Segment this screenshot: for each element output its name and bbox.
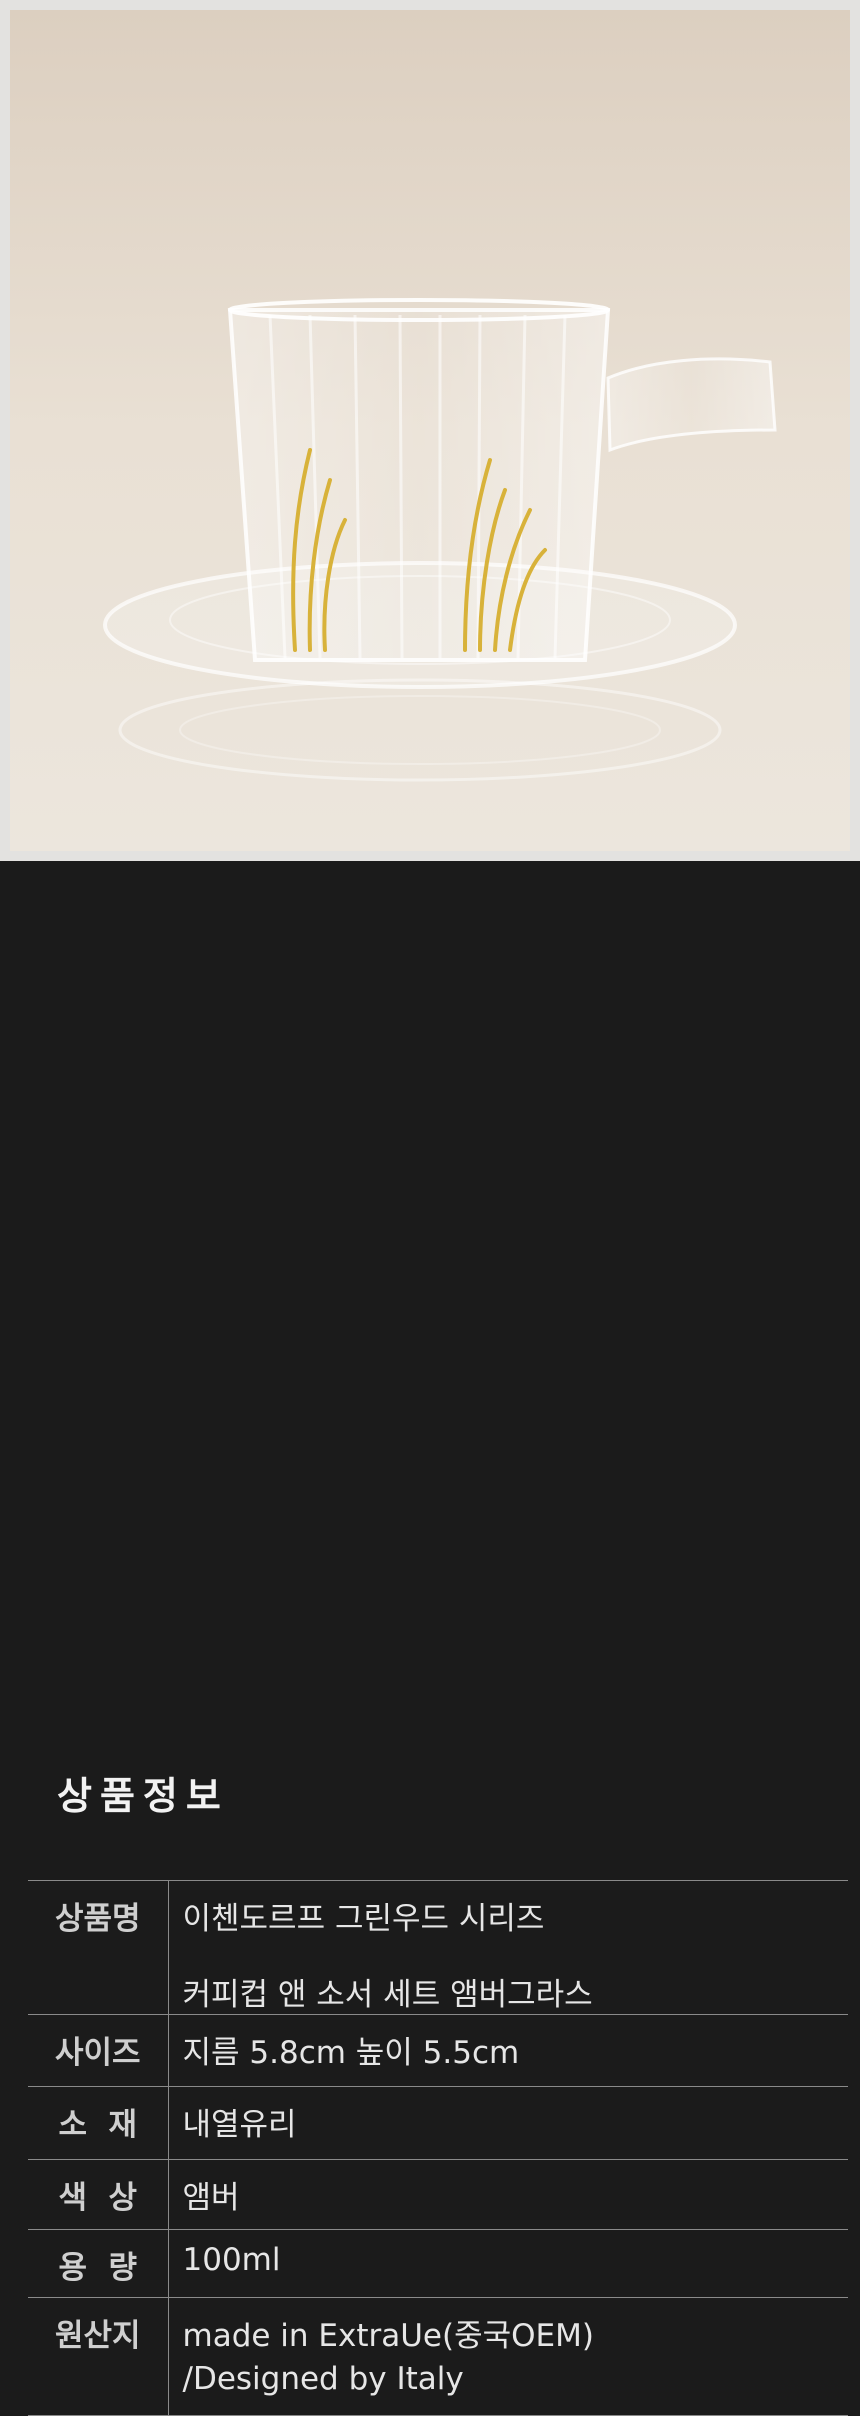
spec-value: 내열유리 bbox=[168, 2087, 848, 2160]
spec-value: 지름 5.8cm 높이 5.5cm bbox=[168, 2015, 848, 2087]
spec-row-color: 색 상 앰버 bbox=[28, 2159, 848, 2230]
spec-label: 사이즈 bbox=[28, 2014, 169, 2087]
glass-cup-saucer-illustration bbox=[10, 10, 850, 851]
spec-row-origin: 원산지 made in ExtraUe(중국OEM) /Designed by … bbox=[28, 2297, 848, 2416]
product-photo bbox=[10, 10, 850, 851]
spec-value-line: 지름 5.8cm 높이 5.5cm bbox=[182, 2035, 520, 2071]
spec-value-line: /Designed by Italy bbox=[182, 2361, 464, 2397]
spec-label: 색 상 bbox=[28, 2159, 169, 2230]
spec-value-line: 100ml bbox=[182, 2242, 281, 2278]
spec-value: 이첸도르프 그린우드 시리즈 커피컵 앤 소서 세트 앰버그라스 bbox=[168, 1881, 848, 2015]
spec-value-line: 앰버 bbox=[182, 2180, 240, 2216]
spec-value-line: 커피컵 앤 소서 세트 앰버그라스 bbox=[182, 1977, 593, 2013]
spec-label: 용 량 bbox=[28, 2229, 169, 2298]
spec-row-capacity: 용 량 100ml bbox=[28, 2229, 848, 2298]
spec-row-product-name: 상품명 이첸도르프 그린우드 시리즈 커피컵 앤 소서 세트 앰버그라스 bbox=[28, 1880, 848, 2015]
spec-value: 100ml bbox=[168, 2230, 848, 2298]
spec-value-line: 내열유리 bbox=[182, 2107, 297, 2143]
product-info-section: 상품정보 상품명 이첸도르프 그린우드 시리즈 커피컵 앤 소서 세트 앰버그라… bbox=[0, 861, 860, 2416]
spec-row-material: 소 재 내열유리 bbox=[28, 2086, 848, 2160]
spec-value: made in ExtraUe(중국OEM) /Designed by Ital… bbox=[168, 2298, 848, 2416]
product-photo-frame bbox=[0, 0, 860, 861]
spec-label: 소 재 bbox=[28, 2086, 169, 2160]
spec-label: 원산지 bbox=[28, 2297, 169, 2416]
spec-value-line: made in ExtraUe(중국OEM) bbox=[182, 2318, 594, 2354]
spec-label: 상품명 bbox=[28, 1880, 169, 2015]
spec-row-size: 사이즈 지름 5.8cm 높이 5.5cm bbox=[28, 2014, 848, 2087]
spec-value-line: 이첸도르프 그린우드 시리즈 bbox=[182, 1901, 545, 1937]
spec-table: 상품명 이첸도르프 그린우드 시리즈 커피컵 앤 소서 세트 앰버그라스 사이즈… bbox=[28, 1880, 848, 2416]
spec-value: 앰버 bbox=[168, 2160, 848, 2230]
section-title: 상품정보 bbox=[57, 1774, 229, 1818]
